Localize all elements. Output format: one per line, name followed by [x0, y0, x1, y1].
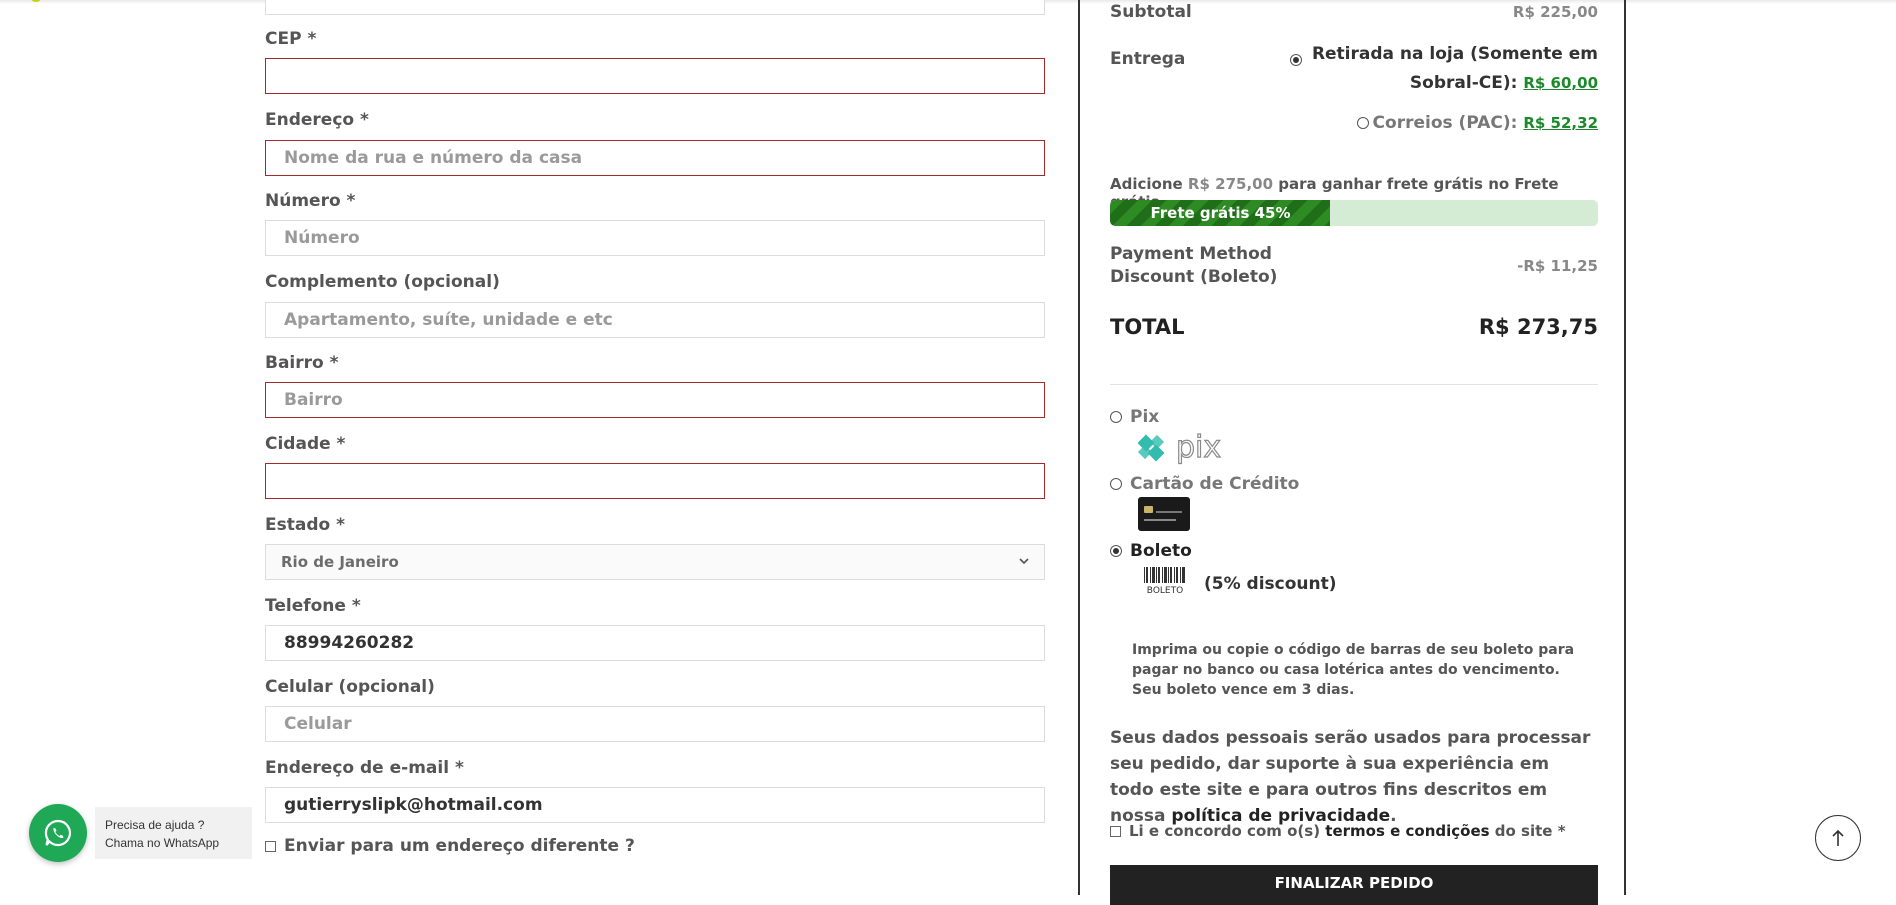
terms-checkbox[interactable] [1110, 826, 1121, 837]
previous-field-fragment[interactable] [265, 0, 1045, 15]
boleto-discount: (5% discount) [1204, 574, 1337, 594]
boleto-description-2: Seu boleto vence em 3 dias. [1132, 682, 1355, 698]
arrow-up-icon [1832, 829, 1844, 846]
boleto-label: Boleto [1130, 541, 1192, 561]
free-shipping-amount: R$ 275,00 [1187, 175, 1274, 193]
free-shipping-progress-bar: Frete grátis 45% [1110, 200, 1598, 226]
payment-option-credit-card[interactable]: Cartão de Crédito [1110, 474, 1299, 494]
pix-label: Pix [1130, 407, 1160, 427]
shipping-pickup-line2: Sobral-CE): [1409, 73, 1518, 93]
number-input[interactable] [265, 220, 1045, 256]
address-label: Endereço * [265, 110, 369, 130]
city-label: Cidade * [265, 434, 346, 454]
complement-label: Complemento (opcional) [265, 272, 500, 292]
pix-logo-text: pix [1176, 430, 1221, 465]
subtotal-label: Subtotal [1110, 2, 1192, 22]
ship-different-option[interactable]: Enviar para um endereço diferente ? [265, 836, 635, 856]
state-select[interactable]: Rio de Janeiro [265, 544, 1045, 580]
ship-different-checkbox[interactable] [265, 840, 276, 852]
scroll-to-top-button[interactable] [1815, 815, 1861, 861]
shipping-pickup-radio[interactable] [1290, 54, 1302, 66]
boleto-radio[interactable] [1110, 545, 1122, 557]
credit-card-label: Cartão de Crédito [1130, 474, 1300, 494]
mobile-input[interactable] [265, 706, 1045, 742]
payment-option-boleto[interactable]: Boleto [1110, 541, 1192, 561]
neighborhood-input[interactable] [265, 382, 1045, 418]
privacy-notice: Seus dados pessoais serão usados para pr… [1110, 725, 1598, 829]
order-summary: Subtotal R$ 225,00 Entrega Retirada na l… [1078, 0, 1626, 905]
payment-option-pix[interactable]: Pix [1110, 407, 1159, 427]
boleto-logo-text: BOLETO [1147, 586, 1183, 595]
shipping-option-pickup[interactable]: Retirada na loja (Somente em Sobral-CE):… [1312, 40, 1598, 98]
total-label: TOTAL [1110, 315, 1185, 339]
shipping-option-correios[interactable]: Correios (PAC): R$ 52,32 [1356, 109, 1598, 138]
terms-suffix: do site * [1494, 822, 1566, 840]
pix-radio[interactable] [1110, 411, 1122, 423]
terms-link[interactable]: termos e condições [1325, 822, 1489, 840]
whatsapp-line1: Precisa de ajuda ? [105, 818, 205, 832]
cep-label: CEP * [265, 29, 317, 49]
address-input[interactable] [265, 140, 1045, 176]
whatsapp-help-label[interactable]: Precisa de ajuda ? Chama no WhatsApp [95, 807, 252, 859]
shipping-pickup-line1: Retirada na loja (Somente em [1311, 44, 1598, 64]
place-order-button[interactable]: FINALIZAR PEDIDO [1110, 865, 1598, 905]
whatsapp-button[interactable] [29, 804, 87, 862]
total-value: R$ 273,75 [1478, 315, 1598, 339]
pix-logo: pix [1136, 429, 1246, 473]
terms-agreement[interactable]: Li e concordo com o(s) termos e condiçõe… [1110, 822, 1566, 840]
number-label: Número * [265, 191, 356, 211]
complement-input[interactable] [265, 302, 1045, 338]
shipping-correios-radio[interactable] [1356, 117, 1369, 129]
city-input[interactable] [265, 463, 1045, 499]
boleto-description: Imprima ou copie o código de barras de s… [1132, 640, 1602, 700]
terms-prefix: Li e concordo com o(s) [1129, 822, 1321, 840]
neighborhood-label: Bairro * [265, 353, 339, 373]
boleto-icon: BOLETO [1142, 565, 1188, 599]
state-select-value: Rio de Janeiro [281, 553, 399, 571]
boleto-description-1: Imprima ou copie o código de barras de s… [1132, 642, 1575, 678]
email-label: Endereço de e-mail * [265, 758, 464, 778]
whatsapp-icon [44, 819, 72, 847]
chevron-down-icon [1016, 553, 1032, 569]
shipping-correios-label: Correios (PAC): [1372, 113, 1518, 133]
phone-label: Telefone * [265, 596, 361, 616]
shipping-correios-price: R$ 52,32 [1523, 114, 1598, 132]
mobile-label: Celular (opcional) [265, 677, 435, 697]
shipping-pickup-price: R$ 60,00 [1523, 74, 1598, 92]
whatsapp-line2: Chama no WhatsApp [105, 836, 220, 850]
cep-input[interactable] [265, 58, 1045, 94]
state-label: Estado * [265, 515, 345, 535]
discount-label: Payment Method Discount (Boleto) [1110, 244, 1278, 287]
summary-divider [1110, 384, 1598, 385]
discount-value: -R$ 11,25 [1517, 257, 1598, 275]
credit-card-icon [1138, 497, 1190, 535]
free-shipping-prefix: Adicione [1110, 175, 1183, 193]
subtotal-value: R$ 225,00 [1512, 3, 1598, 21]
phone-input[interactable] [265, 625, 1045, 661]
shipping-label: Entrega [1110, 49, 1186, 69]
free-shipping-progress-text: Frete grátis 45% [1150, 204, 1291, 222]
credit-card-radio[interactable] [1110, 478, 1122, 490]
email-input[interactable] [265, 787, 1045, 823]
ship-different-label: Enviar para um endereço diferente ? [284, 836, 635, 856]
